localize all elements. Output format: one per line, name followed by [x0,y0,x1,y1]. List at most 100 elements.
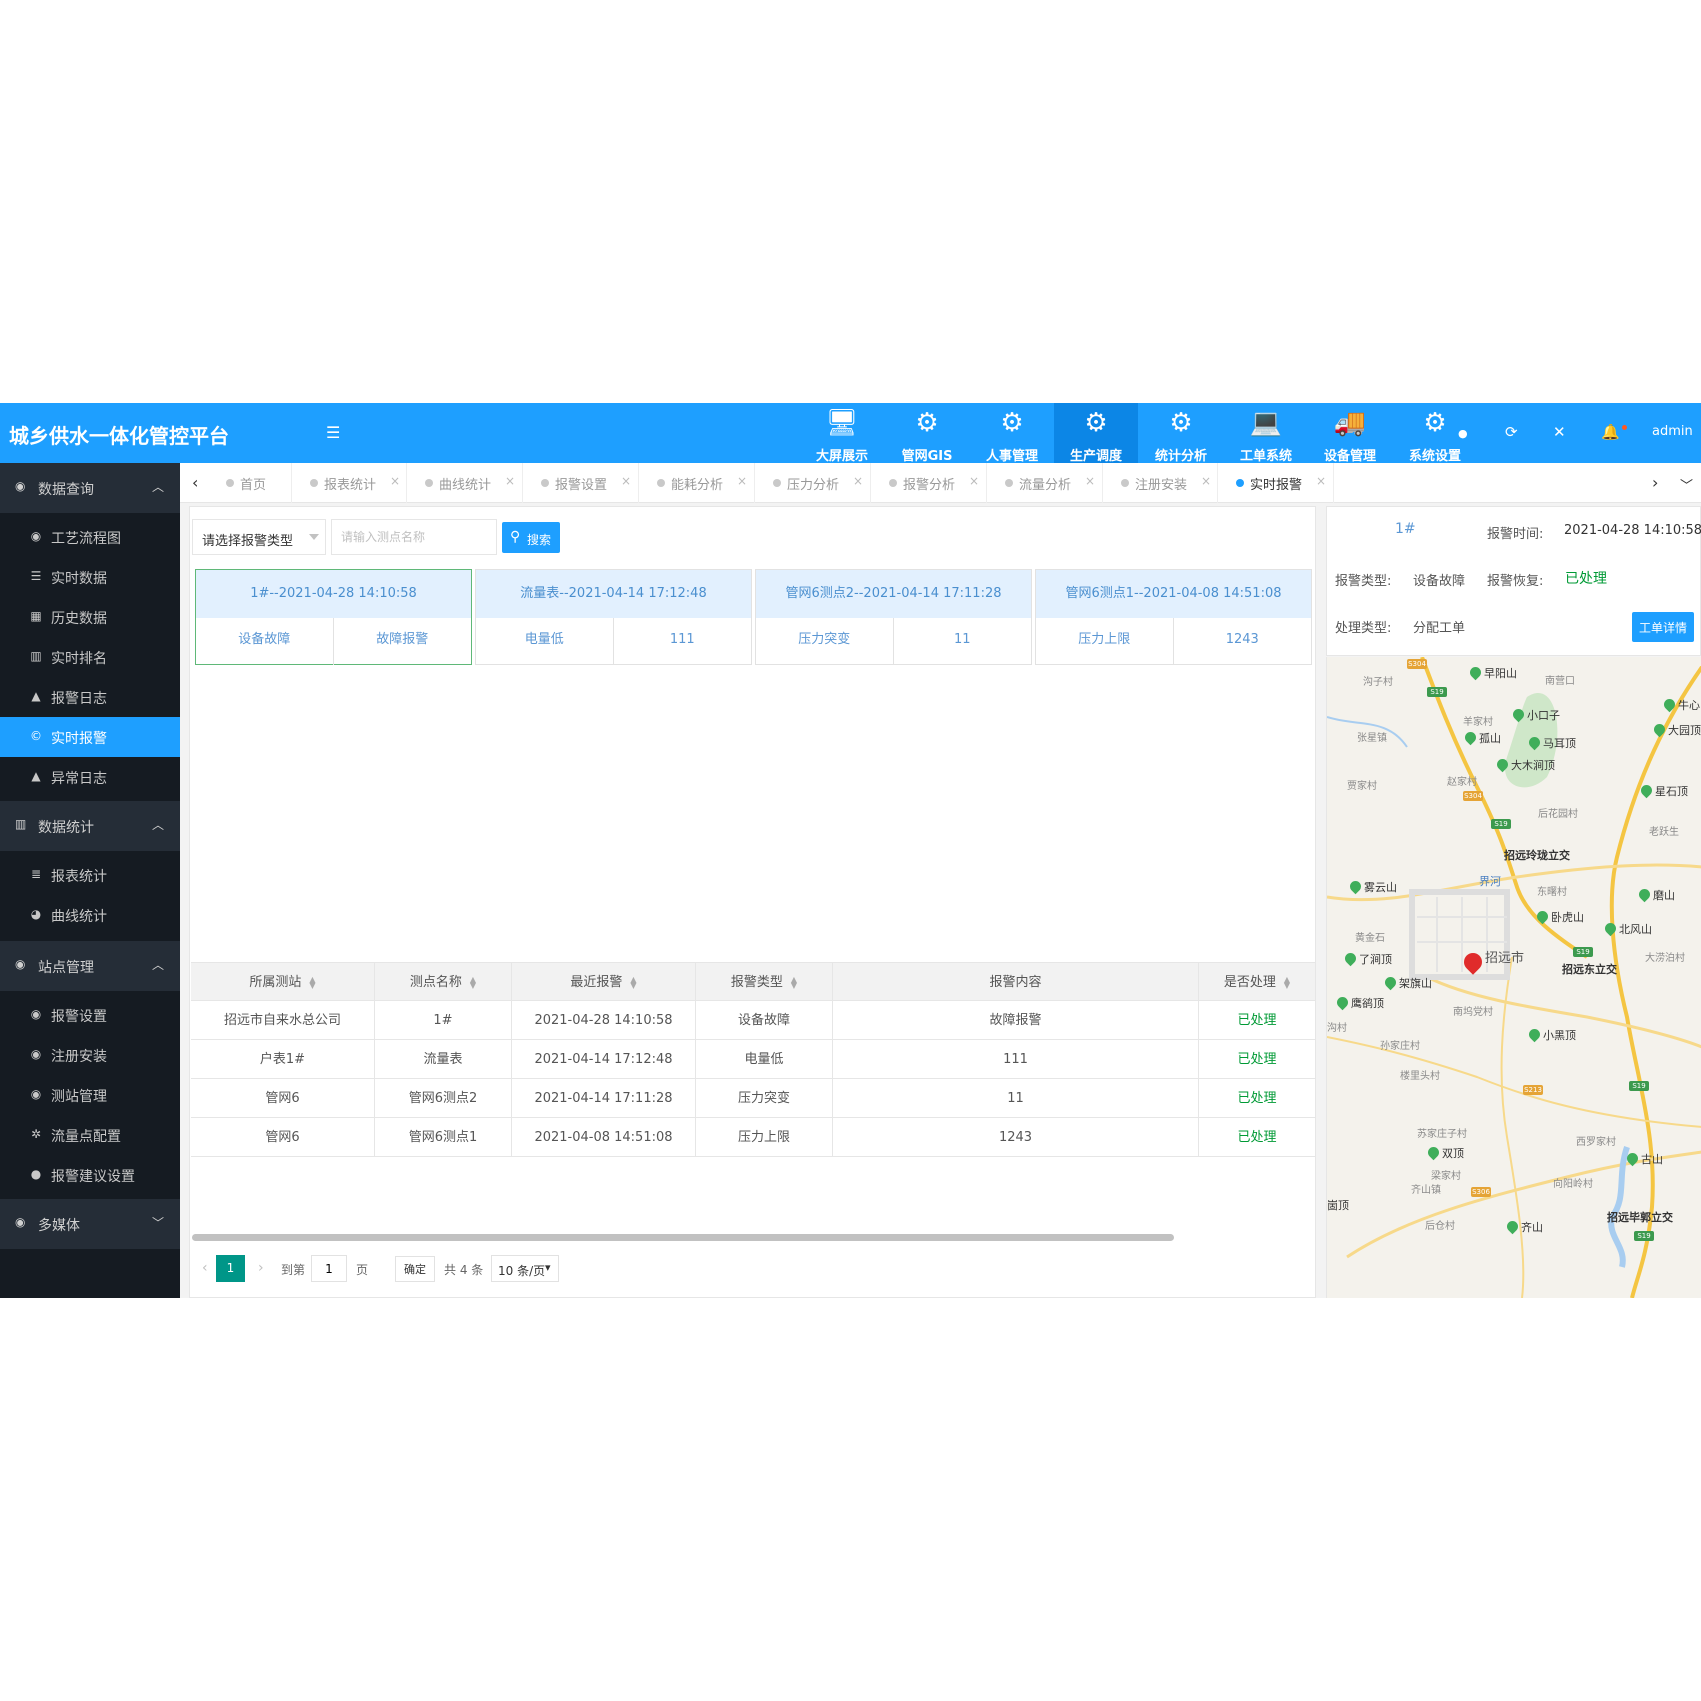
sort-icon[interactable]: ▲ ▼ [309,975,315,989]
cell-content: 111 [833,1040,1199,1079]
goto-confirm-button[interactable]: 确定 [395,1256,435,1282]
sidebar-group-data-stats[interactable]: ▥ 数据统计 ︿ [0,801,180,851]
map-label: 羊家村 [1463,717,1493,728]
prev-page-icon[interactable]: ‹ [202,1260,208,1276]
highway-shield: S19 [1634,1231,1654,1241]
bell-icon[interactable]: 🔔 [1601,423,1620,441]
tab-report-stats[interactable]: 报表统计 × [292,463,407,503]
sidebar-item-flow-config[interactable]: ✲ 流量点配置 [0,1115,180,1155]
top-bar: 城乡供水一体化管控平台 ☰ 🖥 大屏展示 ⚙ 管网GIS ⚙ 人事管理 ⚙ 生产… [0,403,1701,464]
poi-label: 北风山 [1619,923,1652,936]
chevron-down-icon[interactable]: ﹀ [1680,475,1693,494]
menu-toggle-icon[interactable]: ☰ [326,423,340,442]
sort-icon[interactable]: ▲ ▼ [470,975,476,989]
table-row[interactable]: 户表1# 流量表 2021-04-14 17:12:48 电量低 111 已处理 [191,1040,1315,1079]
close-icon[interactable]: × [853,474,863,488]
column-header[interactable]: 报警内容 [833,963,1199,1002]
alarm-card[interactable]: 1#--2021-04-28 14:10:58 设备故障 故障报警 [195,569,472,665]
goto-page-input[interactable] [311,1255,347,1282]
column-header[interactable]: 是否处理 ▲ ▼ [1199,963,1315,1002]
fullscreen-icon[interactable]: ✕ [1553,423,1566,441]
table-row[interactable]: 管网6 管网6测点2 2021-04-14 17:11:28 压力突变 11 已… [191,1079,1315,1118]
tab-curve-stats[interactable]: 曲线统计 × [407,463,523,503]
sidebar-item-history-data[interactable]: ▦ 历史数据 [0,597,180,637]
alarm-type-select[interactable]: 请选择报警类型 [192,519,326,555]
page-size-select[interactable]: 10 条/页 ▾ [491,1255,559,1282]
column-header[interactable]: 报警类型 ▲ ▼ [696,963,833,1002]
tab-dot [889,479,897,487]
sidebar-group-station-mgmt[interactable]: ◉ 站点管理 ︿ [0,941,180,991]
tab-energy-analysis[interactable]: 能耗分析 × [639,463,755,503]
close-icon[interactable]: × [1085,474,1095,488]
search-button[interactable]: ⚲ 搜索 [502,522,560,553]
sidebar-item-realtime-rank[interactable]: ▥ 实时排名 [0,637,180,677]
sort-icon[interactable]: ▲ ▼ [630,975,636,989]
close-icon[interactable]: × [1201,474,1211,488]
tab-prev-icon[interactable]: ‹ [192,473,198,492]
tab-next-icon[interactable]: › [1652,473,1658,492]
tab-home[interactable]: 首页 [208,463,292,503]
module-statistics[interactable]: ⚙ 统计分析 [1139,403,1223,464]
module-work-order[interactable]: 💻 工单系统 [1224,403,1308,464]
sidebar-item-station-mgmt[interactable]: ◉ 测站管理 [0,1075,180,1115]
next-page-icon[interactable]: › [258,1260,264,1276]
close-icon[interactable]: × [621,474,631,488]
module-big-screen[interactable]: 🖥 大屏展示 [800,403,884,464]
module-hr[interactable]: ⚙ 人事管理 [970,403,1054,464]
close-icon[interactable]: × [969,474,979,488]
alarm-card[interactable]: 管网6测点1--2021-04-08 14:51:08 压力上限 1243 [1035,569,1312,665]
tab-realtime-alarm[interactable]: 实时报警 × [1218,463,1334,503]
item-label: 报警建议设置 [51,1169,135,1185]
alarm-card[interactable]: 管网6测点2--2021-04-14 17:11:28 压力突变 11 [755,569,1032,665]
table-row[interactable]: 招远市自来水总公司 1# 2021-04-28 14:10:58 设备故障 故障… [191,1001,1315,1040]
tab-label: 流量分析 [1019,478,1072,493]
column-header[interactable]: 最近报警 ▲ ▼ [512,963,696,1002]
map-label: 老跃生 [1649,827,1679,838]
sidebar-group-data-query[interactable]: ◉ 数据查询 ︿ [0,463,180,513]
sort-icon[interactable]: ▲ ▼ [791,975,797,989]
module-device[interactable]: 🚚 设备管理 [1308,403,1392,464]
sidebar-item-curve-stats[interactable]: ◕ 曲线统计 [0,895,180,935]
station-name-input[interactable] [331,519,497,555]
sidebar-item-exception-log[interactable]: ▲ 异常日志 [0,757,180,797]
chat-icon[interactable]: ● [1458,427,1468,440]
sidebar-item-realtime-data[interactable]: ☰ 实时数据 [0,557,180,597]
refresh-icon[interactable]: ⟳ [1505,423,1518,441]
current-page[interactable]: 1 [216,1255,245,1282]
column-label: 报警类型 [730,975,783,990]
map-label: 招远东立交 [1562,963,1617,976]
user-name[interactable]: admin [1652,424,1693,439]
alarm-card[interactable]: 流量表--2021-04-14 17:12:48 电量低 111 [475,569,752,665]
horizontal-scrollbar[interactable] [192,1234,1174,1241]
close-icon[interactable]: × [1316,474,1326,488]
tab-register-install[interactable]: 注册安装 × [1103,463,1218,503]
sidebar-item-register-install[interactable]: ◉ 注册安装 [0,1035,180,1075]
sidebar-item-realtime-alarm[interactable]: © 实时报警 [0,717,180,757]
tab-flow-analysis[interactable]: 流量分析 × [987,463,1103,503]
tab-bar: ‹ 首页 报表统计 × 曲线统计 × 报警设置 × 能耗分析 × 压力分析 × … [180,463,1701,503]
sidebar-item-alarm-log[interactable]: ▲ 报警日志 [0,677,180,717]
sidebar-item-process-diagram[interactable]: ◉ 工艺流程图 [0,517,180,557]
work-order-detail-button[interactable]: 工单详情 [1632,612,1694,642]
tab-alarm-settings[interactable]: 报警设置 × [523,463,639,503]
module-pipe-gis[interactable]: ⚙ 管网GIS [885,403,969,464]
close-icon[interactable]: × [505,474,515,488]
sidebar-group-multimedia[interactable]: ◉ 多媒体 ﹀ [0,1199,180,1249]
module-production[interactable]: ⚙ 生产调度 [1054,403,1138,464]
poi-label: 大木涧顶 [1511,759,1555,772]
sort-icon[interactable]: ▲ ▼ [1284,975,1290,989]
close-icon[interactable]: × [390,474,400,488]
tab-pressure-analysis[interactable]: 压力分析 × [755,463,871,503]
cell-time: 2021-04-14 17:11:28 [512,1079,696,1118]
item-label: 报表统计 [51,869,107,885]
sidebar-item-alarm-settings[interactable]: ◉ 报警设置 [0,995,180,1035]
sidebar-item-report-stats[interactable]: ≣ 报表统计 [0,855,180,895]
highway-shield: S304 [1463,791,1483,801]
tab-alarm-analysis[interactable]: 报警分析 × [871,463,987,503]
column-header[interactable]: 测点名称 ▲ ▼ [375,963,512,1002]
location-map[interactable]: 沟子村 早阳山 南营口 牛心 张星镇 羊家村 小口子 孤山 马耳顶 大园顶 大木… [1326,657,1701,1298]
sidebar-item-alarm-advice[interactable]: ● 报警建议设置 [0,1155,180,1195]
close-icon[interactable]: × [737,474,747,488]
table-row[interactable]: 管网6 管网6测点1 2021-04-08 14:51:08 压力上限 1243… [191,1118,1315,1157]
column-header[interactable]: 所属测站 ▲ ▼ [191,963,375,1002]
